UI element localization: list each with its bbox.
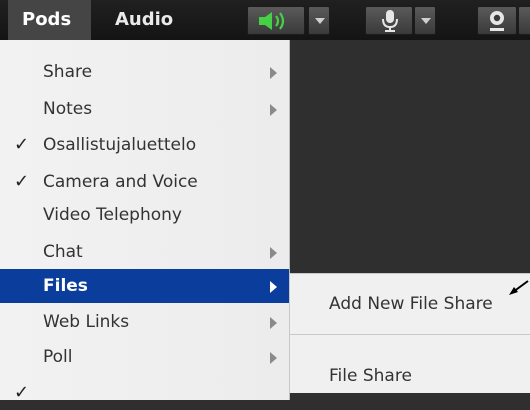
pods-dropdown-menu: Share Notes ✓ Osallistujaluettelo ✓ Came… (0, 40, 290, 403)
webcam-button[interactable] (477, 6, 517, 35)
chevron-right-icon (270, 104, 277, 116)
menu-item-next-cut-off[interactable]: ✓ (0, 376, 289, 410)
speaker-options-button[interactable] (308, 6, 330, 35)
files-submenu: Add New File Share File Share (289, 273, 530, 393)
menu-item-files[interactable]: Files (0, 269, 289, 303)
chevron-right-icon (270, 281, 277, 293)
menu-item-video-telephony[interactable]: Video Telephony (0, 198, 289, 232)
menu-item-share[interactable]: Share (0, 55, 289, 89)
menu-item-label: Files (43, 276, 88, 296)
menu-item-label: Chat (43, 242, 83, 262)
chevron-right-icon (270, 352, 277, 364)
microphone-button[interactable] (365, 6, 413, 35)
menu-item-camera-voice[interactable]: ✓ Camera and Voice (0, 165, 289, 199)
menu-item-label: Poll (43, 347, 73, 367)
file-share-item[interactable]: File Share (329, 366, 412, 386)
microphone-icon (382, 10, 398, 32)
menu-item-label: Web Links (43, 312, 130, 332)
chevron-down-icon (421, 18, 431, 24)
menu-item-label: Osallistujaluettelo (43, 135, 197, 155)
webcam-icon (490, 11, 504, 31)
menu-item-label: Share (43, 62, 93, 82)
speaker-button[interactable] (247, 6, 305, 35)
speaker-icon (259, 12, 285, 30)
menu-bar: Pods Audio (0, 0, 530, 40)
checkmark-icon: ✓ (14, 134, 30, 155)
menu-item-label: Video Telephony (43, 205, 182, 225)
menu-item-notes[interactable]: Notes (0, 92, 289, 126)
arrow-pointer-icon (509, 280, 529, 295)
chevron-right-icon (270, 247, 277, 259)
microphone-options-button[interactable] (414, 6, 436, 35)
chevron-down-icon (315, 18, 325, 24)
menu-item-label: Camera and Voice (43, 172, 198, 192)
menu-item-chat[interactable]: Chat (0, 235, 289, 269)
menu-pods[interactable]: Pods (8, 0, 91, 40)
menu-item-web-links[interactable]: Web Links (0, 305, 289, 339)
menu-audio[interactable]: Audio (97, 0, 197, 40)
menu-item-label: Notes (43, 99, 93, 119)
webcam-options-button[interactable] (518, 6, 530, 35)
chevron-right-icon (270, 67, 277, 79)
menu-item-attendees[interactable]: ✓ Osallistujaluettelo (0, 128, 289, 162)
checkmark-icon: ✓ (14, 171, 30, 192)
submenu-divider (290, 334, 530, 335)
add-new-file-share-item[interactable]: Add New File Share (329, 294, 493, 314)
chevron-right-icon (270, 317, 277, 329)
menu-item-poll[interactable]: Poll (0, 340, 289, 374)
checkmark-icon: ✓ (14, 382, 30, 403)
